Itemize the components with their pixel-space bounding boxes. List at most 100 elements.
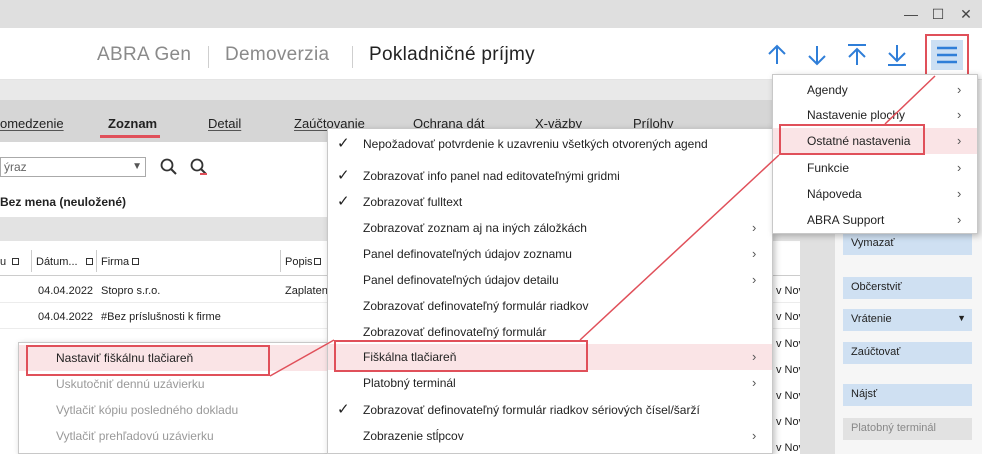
column-separator (96, 250, 97, 272)
menu-item-label: ABRA Support (807, 213, 885, 227)
minimize-button[interactable]: — (898, 2, 924, 26)
chevron-right-icon: › (752, 246, 757, 261)
find-button[interactable]: Nájsť (843, 384, 972, 406)
column-header-popis[interactable]: Popis (285, 256, 313, 268)
other-settings-menu: ✓ Nepožadovať potvrdenie k uzavreniu vše… (327, 128, 773, 454)
company-name: Demoverzia (225, 44, 330, 65)
chevron-right-icon: › (752, 220, 757, 235)
cell-firm: #Bez príslušnosti k firme (101, 311, 221, 323)
menu-item-agendy[interactable]: Agendy › (773, 77, 977, 103)
post-button[interactable]: Zaúčtovať (843, 342, 972, 364)
checkmark-icon: ✓ (337, 401, 350, 418)
column-header[interactable]: u (0, 256, 6, 268)
highlight-box (779, 124, 925, 155)
column-header-datum[interactable]: Dátum... (36, 256, 78, 268)
window-titlebar (0, 0, 982, 28)
chevron-right-icon: › (957, 160, 962, 175)
tab-detail[interactable]: Detail (208, 116, 241, 131)
header-separator (208, 46, 209, 68)
chevron-right-icon: › (957, 107, 962, 122)
active-tab-indicator (100, 135, 160, 138)
filter-combobox[interactable]: ýraz ▼ (0, 157, 146, 177)
checkbox-icon[interactable] (12, 258, 19, 265)
highlight-box (334, 340, 588, 372)
cell-desc: Zaplaten (285, 285, 328, 297)
menu-item-label: Panel definovateľných údajov zoznamu (363, 247, 572, 261)
chevron-right-icon: › (752, 375, 757, 390)
checkbox-icon[interactable] (132, 258, 139, 265)
highlight-box (26, 345, 270, 376)
search-clear-icon[interactable] (190, 158, 208, 179)
arrow-up-icon[interactable] (764, 42, 790, 68)
maximize-button[interactable]: ☐ (925, 2, 951, 26)
menu-item-label: Nepožadovať potvrdenie k uzavreniu všetk… (363, 137, 708, 151)
chevron-right-icon: › (752, 428, 757, 443)
chevron-right-icon: › (752, 349, 757, 364)
chevron-right-icon: › (752, 272, 757, 287)
menu-item[interactable]: ✓ Zobrazovať definovateľný formulár riad… (328, 397, 772, 423)
chevron-right-icon: › (957, 82, 962, 97)
chevron-down-icon: ▼ (132, 161, 142, 172)
return-label: Vrátenie (851, 313, 892, 325)
menu-item[interactable]: ✓ Zobrazovať fulltext (328, 189, 772, 215)
menu-item-label: Funkcie (807, 161, 850, 175)
refresh-button[interactable]: Občerstviť (843, 277, 972, 299)
menu-item-label: Agendy (807, 83, 848, 97)
menu-item-label: Panel definovateľných údajov detailu (363, 273, 559, 287)
menu-item-help[interactable]: Nápoveda › (773, 181, 977, 207)
chevron-right-icon: › (957, 186, 962, 201)
search-icon[interactable] (160, 158, 178, 179)
cell-firm: Stopro s.r.o. (101, 285, 161, 297)
filter-value: ýraz (4, 160, 27, 174)
menu-item-print-copy[interactable]: Vytlačiť kópiu posledného dokladu (19, 397, 329, 423)
arrow-last-icon[interactable] (884, 42, 910, 68)
cell-date: 04.04.2022 (38, 311, 94, 323)
menu-item[interactable]: Zobrazovať zoznam aj na iných záložkách … (328, 215, 772, 241)
arrow-down-icon[interactable] (804, 42, 830, 68)
menu-item-overview-closing[interactable]: Vytlačiť prehľadovú uzávierku (19, 423, 329, 449)
tab-zoznam[interactable]: Zoznam (108, 116, 157, 131)
return-button[interactable]: Vrátenie ▼ (843, 309, 972, 331)
delete-button[interactable]: Vymazať (843, 233, 972, 255)
menu-item[interactable]: Zobrazovať definovateľný formulár riadko… (328, 293, 772, 319)
menu-item-label: Zobrazovať definovateľný formulár riadko… (363, 403, 700, 417)
page-title: Pokladničné príjmy (369, 44, 535, 65)
menu-item-label: Zobrazenie stĺpcov (363, 429, 464, 443)
menu-item-functions[interactable]: Funkcie › (773, 155, 977, 181)
chevron-right-icon: › (957, 133, 962, 148)
menu-item-label: Zobrazovať definovateľný formulár riadko… (363, 299, 589, 313)
app-name: ABRA Gen (97, 44, 192, 65)
column-separator (280, 250, 281, 272)
cell-date: 04.04.2022 (38, 285, 94, 297)
menu-item[interactable]: Panel definovateľných údajov zoznamu › (328, 241, 772, 267)
payment-terminal-button[interactable]: Platobný terminál (843, 418, 972, 440)
caret-down-icon: ▼ (957, 313, 966, 323)
column-header-firma[interactable]: Firma (101, 256, 129, 268)
menu-item[interactable]: Panel definovateľných údajov detailu › (328, 267, 772, 293)
menu-item[interactable]: Platobný terminál › (328, 370, 772, 396)
close-button[interactable]: ✕ (953, 2, 979, 26)
menu-item-abra-support[interactable]: ABRA Support › (773, 207, 977, 233)
header-separator (352, 46, 353, 68)
menu-item-label: Zobrazovať info panel nad editovateľnými… (363, 169, 620, 183)
hamburger-highlight (925, 34, 969, 76)
menu-item-label: Vytlačiť prehľadovú uzávierku (56, 429, 214, 443)
column-separator (31, 250, 32, 272)
checkmark-icon: ✓ (337, 167, 350, 184)
menu-item-label: Nápoveda (807, 187, 862, 201)
menu-item[interactable]: ✓ Nepožadovať potvrdenie k uzavreniu vše… (328, 131, 772, 157)
checkbox-icon[interactable] (86, 258, 93, 265)
menu-item-label: Platobný terminál (363, 376, 456, 390)
menu-item-label: Vytlačiť kópiu posledného dokladu (56, 403, 239, 417)
menu-item[interactable]: Zobrazenie stĺpcov › (328, 423, 772, 449)
menu-item-label: Zobrazovať zoznam aj na iných záložkách (363, 221, 587, 235)
checkmark-icon: ✓ (337, 135, 350, 152)
checkbox-icon[interactable] (314, 258, 321, 265)
tab-obmedzenie[interactable]: omedzenie (0, 116, 64, 131)
section-title: Bez mena (neuložené) (0, 195, 127, 209)
chevron-right-icon: › (957, 212, 962, 227)
arrow-first-icon[interactable] (844, 42, 870, 68)
menu-item[interactable]: ✓ Zobrazovať info panel nad editovateľný… (328, 163, 772, 189)
menu-item-label: Zobrazovať fulltext (363, 195, 463, 209)
checkmark-icon: ✓ (337, 193, 350, 210)
